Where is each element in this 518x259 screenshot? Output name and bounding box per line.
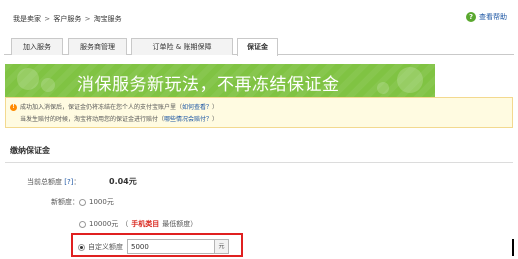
notice-text: 成功加入消保后，保证金仍将冻结在您个人的支付宝账户里（ — [20, 104, 183, 111]
notice-text-end: ） — [212, 116, 219, 123]
how-to-view-link[interactable]: 如何查看？ — [182, 104, 212, 111]
breadcrumb-seller[interactable]: 我是卖家 — [13, 15, 41, 23]
option-1000[interactable]: 1000元 — [79, 197, 114, 207]
breadcrumb-customer-service[interactable]: 客户服务 — [53, 15, 81, 23]
coin-decoration — [397, 67, 423, 93]
compensation-cases-link[interactable]: 哪些情况会赔付？ — [164, 116, 212, 123]
question-circle-icon: ? — [466, 12, 476, 22]
header-bar: 我是卖家 > 客户服务 > 淘宝服务 ? 查看帮助 — [0, 0, 518, 38]
help-label: 查看帮助 — [479, 13, 507, 21]
custom-amount-input[interactable] — [127, 239, 215, 254]
option-10000[interactable]: 10000元（手机类目 最低额度） — [79, 219, 197, 229]
breadcrumb-taobao-service: 淘宝服务 — [93, 15, 122, 23]
tab-bar: 加入服务 服务商管理 订单险 & 账期保障 保证金 — [4, 38, 514, 56]
notice-text: 当发生赔付的时候，淘宝将动用您的保证金进行赔付（ — [20, 116, 165, 123]
breadcrumb-separator: > — [84, 15, 91, 23]
notice-box: ! 成功加入消保后，保证金仍将冻结在您个人的支付宝账户里（如何查看？） 当发生赔… — [5, 97, 513, 128]
current-quota-value: 0.04元 — [109, 177, 137, 186]
current-quota-label: 当前总额度 [?]： — [27, 177, 80, 187]
tab-order-insurance[interactable]: 订单险 & 账期保障 — [131, 38, 233, 55]
option-label: 自定义额度 — [88, 243, 123, 251]
tab-provider-management[interactable]: 服务商管理 — [68, 38, 127, 55]
tab-join-service[interactable]: 加入服务 — [11, 38, 63, 55]
promo-banner[interactable]: 消保服务新玩法，不再冻结保证金 — [5, 64, 435, 97]
label-colon: ： — [73, 178, 81, 186]
text-cursor-mark — [512, 239, 514, 256]
option-note-open: （ — [121, 220, 129, 228]
banner-title: 消保服务新玩法，不再冻结保证金 — [77, 75, 340, 95]
breadcrumb: 我是卖家 > 客户服务 > 淘宝服务 — [13, 14, 122, 24]
tab-deposit[interactable]: 保证金 — [237, 38, 278, 56]
new-quota-label: 新额度： — [51, 198, 79, 206]
coin-decoration — [41, 78, 55, 92]
warning-icon: ! — [10, 104, 17, 111]
notice-text-end: ） — [212, 104, 219, 111]
current-quota-label-text: 当前总额度 — [27, 178, 62, 186]
mobile-category-note: 手机类目 — [131, 220, 160, 228]
coin-decoration — [377, 82, 389, 94]
breadcrumb-separator: > — [44, 15, 51, 23]
radio-button[interactable] — [79, 198, 86, 206]
option-label: 1000元 — [89, 198, 114, 206]
option-note-rest: 最低额度） — [162, 220, 198, 228]
notice-line-1: 成功加入消保后，保证金仍将冻结在您个人的支付宝账户里（如何查看？） — [20, 102, 218, 111]
section-divider — [5, 162, 513, 163]
radio-button[interactable] — [79, 220, 86, 228]
option-custom[interactable]: 自定义额度 — [78, 242, 123, 252]
radio-button-selected[interactable] — [78, 243, 85, 251]
help-link[interactable]: ? 查看帮助 — [466, 12, 507, 22]
notice-line-2: 当发生赔付的时候，淘宝将动用您的保证金进行赔付（哪些情况会赔付？） — [20, 114, 218, 123]
coin-decoration — [17, 68, 39, 90]
unit-label: 元 — [215, 239, 229, 254]
section-title: 缴纳保证金 — [10, 146, 50, 155]
option-label: 10000元 — [89, 220, 119, 228]
